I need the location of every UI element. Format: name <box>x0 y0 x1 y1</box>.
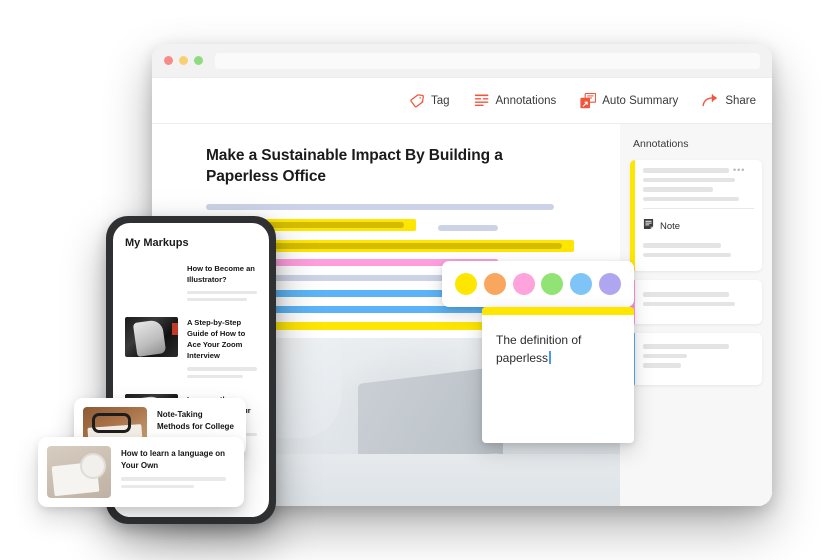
color-swatch-green[interactable] <box>541 273 564 295</box>
list-item[interactable]: How to Become an Illustrator? <box>125 263 257 305</box>
close-window-icon[interactable] <box>164 56 173 65</box>
annotation-card-body <box>635 280 762 324</box>
annotation-text-line <box>643 363 681 368</box>
auto-summary-button-label: Auto Summary <box>602 94 679 107</box>
maximize-window-icon[interactable] <box>194 56 203 65</box>
annotation-text-line <box>643 187 713 192</box>
share-icon <box>702 93 719 108</box>
annotation-first-row: ••• <box>643 166 754 178</box>
tag-button-label: Tag <box>430 94 450 107</box>
note-popup[interactable]: The definition of paperless <box>482 307 634 443</box>
list-item-heading: How to Become an Illustrator? <box>187 264 255 284</box>
color-swatch-blue[interactable] <box>569 273 592 295</box>
annotation-text-line <box>643 243 721 248</box>
annotation-text-line <box>643 344 729 349</box>
tag-button[interactable]: Tag <box>410 93 450 108</box>
article-card-line <box>121 484 194 488</box>
list-item-text: A Step-by-Step Guide of How to Ace Your … <box>187 317 257 381</box>
note-popup-color-bar <box>482 307 634 315</box>
tag-icon <box>410 93 425 108</box>
address-bar[interactable] <box>215 52 760 69</box>
annotations-button-label: Annotations <box>495 94 557 107</box>
list-item-text: How to Become an Illustrator? <box>187 263 257 305</box>
text-cursor <box>549 351 551 364</box>
minimize-window-icon[interactable] <box>179 56 188 65</box>
list-item[interactable]: A Step-by-Step Guide of How to Ace Your … <box>125 317 257 381</box>
annotation-card-body: ••• Note <box>635 160 762 271</box>
highlight-color-picker[interactable] <box>442 261 634 307</box>
traffic-lights <box>164 56 203 65</box>
page-title: Make a Sustainable Impact By Building a … <box>206 147 503 185</box>
note-document-icon <box>643 217 654 235</box>
list-item-line <box>187 298 248 302</box>
share-button-label: Share <box>725 94 756 107</box>
my-markups-title: My Markups <box>125 237 189 249</box>
article-card-line <box>121 477 226 481</box>
annotations-button[interactable]: Annotations <box>474 93 557 108</box>
list-item-thumbnail <box>125 317 178 358</box>
annotation-text-line <box>643 353 687 358</box>
list-item-heading: A Step-by-Step Guide of How to Ace Your … <box>187 318 246 361</box>
annotation-text-line <box>643 168 729 173</box>
browser-chrome <box>152 44 772 78</box>
annotation-text-line <box>643 301 735 306</box>
list-item-line <box>187 374 243 378</box>
screenshot-stage: Tag Annotations Auto Summary Share Make … <box>0 0 840 560</box>
annotation-card[interactable] <box>630 280 762 324</box>
more-options-icon[interactable]: ••• <box>733 166 745 175</box>
color-swatch-orange[interactable] <box>483 273 506 295</box>
article-card-heading: Note-Taking Methods for College <box>157 410 234 431</box>
color-swatch-yellow[interactable] <box>455 273 478 295</box>
annotations-icon <box>474 93 490 108</box>
list-item-line <box>187 291 257 295</box>
annotation-card[interactable]: ••• Note <box>630 160 762 271</box>
annotation-text-line <box>643 196 739 201</box>
article-card-text: How to learn a language on Your Own <box>121 446 235 498</box>
annotation-text-line <box>643 177 735 182</box>
annotations-panel-title: Annotations <box>633 138 689 150</box>
document-toolbar: Tag Annotations Auto Summary Share <box>152 78 772 124</box>
article-card[interactable]: How to learn a language on Your Own <box>38 437 244 507</box>
auto-summary-icon <box>580 92 597 109</box>
article-card-heading: How to learn a language on Your Own <box>121 449 226 470</box>
text-line <box>206 203 554 210</box>
annotation-card[interactable] <box>630 333 762 385</box>
divider <box>643 208 754 209</box>
annotation-card-body <box>635 333 762 385</box>
note-popup-text: The definition of paperless <box>496 333 582 365</box>
note-popup-textarea[interactable]: The definition of paperless <box>482 315 634 383</box>
annotation-text-line <box>643 292 729 297</box>
color-swatch-purple[interactable] <box>598 273 621 295</box>
list-item-line <box>187 367 257 371</box>
annotations-panel: Annotations ••• Note <box>620 124 772 506</box>
annotation-note-row[interactable]: Note <box>643 217 754 235</box>
color-swatch-pink[interactable] <box>512 273 535 295</box>
auto-summary-button[interactable]: Auto Summary <box>580 92 679 109</box>
annotation-note-label: Note <box>660 220 681 232</box>
text-line <box>438 224 498 231</box>
annotation-text-line <box>643 252 731 257</box>
share-button[interactable]: Share <box>702 93 756 108</box>
article-card-thumbnail <box>47 446 111 498</box>
